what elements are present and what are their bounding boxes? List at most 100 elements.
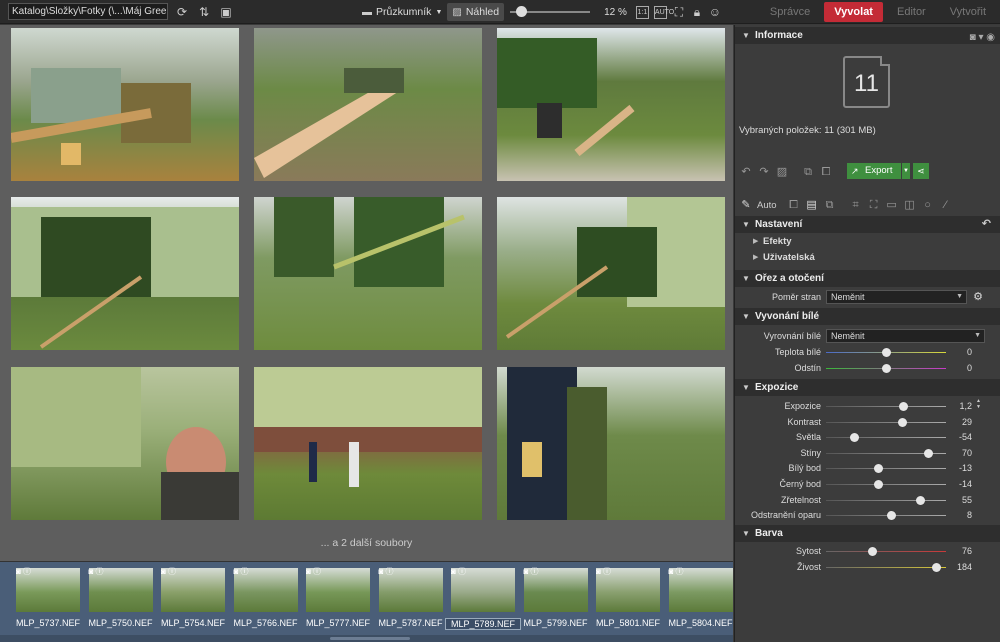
color-slider[interactable] — [826, 547, 946, 556]
tint-slider-knob[interactable] — [882, 364, 891, 373]
temp-slider-knob[interactable] — [882, 348, 891, 357]
gear-icon[interactable]: ⚙ — [971, 290, 985, 304]
new-folder-icon[interactable]: ▣ — [218, 4, 234, 20]
export-dropdown[interactable]: ▼ — [902, 163, 910, 179]
photo-thumbnail[interactable] — [254, 28, 482, 181]
aspect-dropdown[interactable]: Neměnit ▼ — [826, 290, 967, 304]
exposure-slider-knob[interactable] — [873, 480, 883, 489]
temp-slider[interactable] — [826, 348, 946, 357]
copy-icon[interactable]: ⧠ — [819, 165, 833, 179]
section-white-balance[interactable]: ▼ Vyvonání bílé — [735, 308, 1000, 325]
exposure-slider-knob[interactable] — [924, 448, 933, 458]
color-slider-knob[interactable] — [932, 562, 942, 572]
filmstrip[interactable]: ◙ ⓘ MLP_5737.NEF ◙ ⓘ MLP_5750.NEF ◙ ⓘ MLP_575… — [0, 561, 733, 642]
zoom-slider[interactable] — [510, 6, 591, 17]
tab-develop[interactable]: Vyvolat — [824, 2, 883, 22]
paste-settings-icon[interactable]: ▤ — [805, 198, 819, 212]
filmstrip-thumb[interactable]: ◙ ⓘ MLP_5804.NEF — [667, 566, 735, 630]
exposure-slider[interactable] — [826, 448, 946, 458]
user-presets-item[interactable]: ▶ Uživatelská — [735, 250, 1000, 265]
exposure-slider[interactable] — [826, 511, 946, 521]
explorer-button[interactable]: ▬ Průzkumník ▼ — [357, 3, 447, 21]
spinner-down-icon[interactable]: ▼ — [976, 405, 981, 410]
section-settings[interactable]: ▼ Nastavení ↶ — [735, 216, 1000, 233]
sort-icon[interactable]: ⇅ — [196, 4, 212, 20]
undo-icon[interactable]: ↶ — [739, 165, 753, 179]
tab-manager[interactable]: Správce — [760, 2, 820, 22]
reset-icon[interactable]: ↶ — [982, 216, 991, 233]
tint-value: 0 — [966, 363, 972, 373]
preview-button[interactable]: ▨ Náhled — [447, 3, 505, 21]
photo-thumbnail[interactable] — [254, 367, 482, 520]
wb-dropdown[interactable]: Neměnit ▼ — [826, 329, 985, 343]
exposure-slider-knob[interactable] — [886, 511, 896, 521]
filmstrip-thumb[interactable]: ◙ ⓘ MLP_5787.NEF — [377, 566, 445, 630]
exposure-slider-knob[interactable] — [849, 433, 859, 443]
brush-icon[interactable]: ⁄ — [939, 198, 953, 212]
fit-icon[interactable]: AUTO — [653, 5, 674, 19]
person-icon[interactable]: ☺ — [707, 4, 723, 20]
exposure-slider-knob[interactable] — [873, 464, 883, 474]
compare-icon[interactable]: ⧉ — [801, 165, 815, 179]
color-slider[interactable] — [826, 562, 946, 572]
exposure-slider-knob[interactable] — [897, 417, 907, 427]
photo-thumbnail[interactable] — [11, 28, 239, 181]
exposure-slider[interactable] — [826, 433, 946, 443]
filmstrip-thumb[interactable]: ◙ ⓘ MLP_5789.NEF — [445, 566, 521, 630]
tab-editor[interactable]: Editor — [887, 2, 936, 22]
exposure-slider[interactable] — [826, 402, 946, 411]
exposure-slider-knob[interactable] — [898, 402, 908, 411]
fullscreen-icon[interactable]: ⛶ — [671, 4, 687, 20]
exposure-slider[interactable] — [826, 495, 946, 505]
path-field[interactable]: Katalog\Složky\Fotky (\...\Máj Green — [8, 3, 168, 20]
filmstrip-thumb[interactable]: ◙ ⓘ MLP_5766.NEF — [232, 566, 300, 630]
color-slider-knob[interactable] — [867, 547, 877, 556]
auto-button[interactable]: Auto — [757, 200, 777, 211]
tint-slider[interactable] — [826, 364, 946, 373]
section-exposure[interactable]: ▼ Expozice — [735, 379, 1000, 396]
filmstrip-thumb[interactable]: ◙ ⓘ MLP_5737.NEF — [14, 566, 82, 630]
filmstrip-thumb[interactable]: ◙ ⓘ MLP_5750.NEF — [87, 566, 155, 630]
redo-icon[interactable]: ↷ — [757, 165, 771, 179]
filmstrip-thumb[interactable]: ◙ ⓘ MLP_5777.NEF — [304, 566, 372, 630]
filmstrip-thumb[interactable]: ◙ ⓘ MLP_5801.NEF — [594, 566, 662, 630]
lock-icon[interactable]: 🔒︎ — [689, 4, 705, 20]
section-color[interactable]: ▼ Barva — [735, 525, 1000, 542]
gradient-icon[interactable]: ◫ — [903, 198, 917, 212]
radial-icon[interactable]: ○ — [921, 198, 935, 212]
exposure-slider[interactable] — [826, 464, 946, 474]
export-icon: ↗ — [851, 166, 859, 176]
tab-create[interactable]: Vytvořit — [940, 2, 996, 22]
photo-thumbnail[interactable] — [254, 197, 482, 350]
actual-size-icon[interactable]: 1:1 — [635, 5, 649, 19]
sync-icon[interactable]: ⧉ — [823, 198, 837, 212]
straighten-icon[interactable]: ▭ — [885, 198, 899, 212]
exposure-value[interactable]: 1,2 — [947, 401, 972, 411]
exposure-slider[interactable] — [826, 417, 946, 427]
filmstrip-scrollbar[interactable] — [0, 635, 733, 642]
zoom-slider-knob[interactable] — [516, 6, 528, 17]
share-icon[interactable]: ⋖ — [913, 163, 929, 179]
section-info[interactable]: ▼ Informace ◙ ▾ ◉ — [735, 27, 1000, 44]
collapse-icon: ▼ — [742, 529, 750, 538]
exposure-slider-knob[interactable] — [915, 495, 925, 505]
photo-thumbnail[interactable] — [497, 28, 725, 181]
magic-wand-icon[interactable]: ✎ — [739, 198, 753, 212]
refresh-icon[interactable]: ⟳ — [174, 4, 190, 20]
export-button[interactable]: ↗ Export — [847, 163, 901, 179]
photo-thumbnail[interactable] — [11, 367, 239, 520]
crop-icon[interactable]: ⌗ — [849, 198, 863, 212]
exposure-slider[interactable] — [826, 480, 946, 489]
effects-item[interactable]: ▶ Efekty — [735, 234, 1000, 249]
section-crop[interactable]: ▼ Ořez a otočení — [735, 270, 1000, 287]
transform-icon[interactable]: ⛶ — [867, 198, 881, 212]
photo-thumbnail[interactable] — [497, 197, 725, 350]
scroll-thumb[interactable] — [330, 637, 410, 640]
image-icon[interactable]: ▨ — [775, 165, 789, 179]
photo-thumbnail[interactable] — [11, 197, 239, 350]
filmstrip-thumb[interactable]: ◙ ⓘ MLP_5754.NEF — [159, 566, 227, 630]
photo-thumbnail[interactable] — [497, 367, 725, 520]
copy-settings-icon[interactable]: ⧠ — [787, 198, 801, 212]
camera-icon[interactable]: ◙ ▾ ◉ — [970, 29, 995, 46]
filmstrip-thumb[interactable]: ◙ ⓘ MLP_5799.NEF — [522, 566, 590, 630]
